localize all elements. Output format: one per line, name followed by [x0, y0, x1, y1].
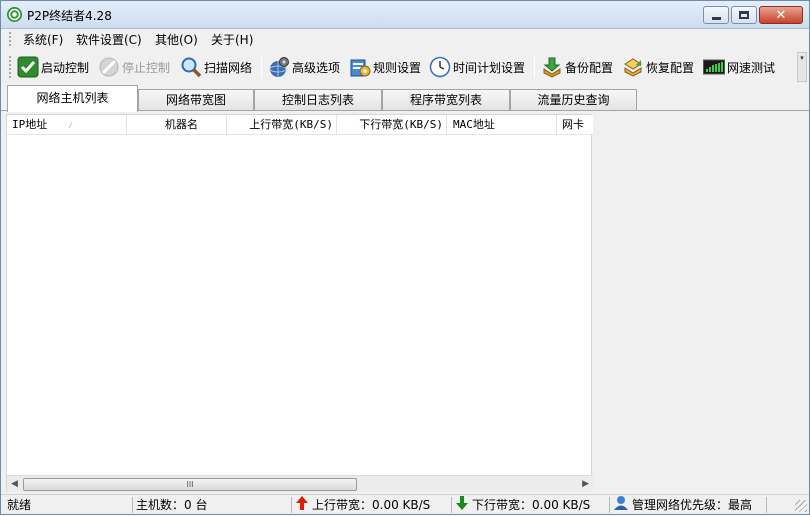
menu-software-settings[interactable]: 软件设置(C): [76, 31, 142, 48]
right-empty-pane: [593, 114, 808, 492]
status-separator: [291, 497, 292, 513]
toolbar-overflow-button[interactable]: ▾: [797, 52, 807, 82]
app-window: P2P终结者4.28 ✕ 系统(F) 软件设置(C) 其他(O) 关于(H) 启…: [0, 0, 810, 515]
close-button[interactable]: ✕: [759, 6, 803, 24]
scroll-right-arrow-icon[interactable]: ▶: [582, 479, 589, 489]
status-priority: 管理网络优先级：最高: [613, 495, 753, 516]
status-bar: 就绪 主机数：0 台 上行带宽：0.00 KB/S 下行带宽：0.00 KB/S…: [1, 494, 809, 514]
down-arrow-icon: [455, 495, 469, 516]
menu-bar: 系统(F) 软件设置(C) 其他(O) 关于(H): [1, 29, 809, 49]
title-bar[interactable]: P2P终结者4.28 ✕: [1, 1, 809, 29]
tab-program-bandwidth[interactable]: 程序带宽列表: [382, 89, 510, 111]
restore-config-label: 恢复配置: [646, 60, 695, 75]
time-schedule-label: 时间计划设置: [453, 60, 526, 75]
tab-control-log[interactable]: 控制日志列表: [254, 89, 382, 111]
scan-network-button[interactable]: 扫描网络: [180, 54, 252, 80]
up-arrow-icon: [295, 495, 309, 516]
rules-settings-button[interactable]: 规则设置: [349, 54, 421, 80]
speed-test-button[interactable]: 网速测试: [703, 54, 775, 80]
status-download: 下行带宽：0.00 KB/S: [455, 495, 591, 516]
magnifier-icon: [180, 56, 202, 78]
scroll-left-arrow-icon[interactable]: ◀: [11, 479, 18, 489]
tab-bandwidth-chart[interactable]: 网络带宽图: [138, 89, 254, 111]
status-host-count: 主机数：0 台: [136, 497, 208, 512]
status-priority-text: 管理网络优先级：最高: [632, 497, 753, 512]
globe-gear-icon: [268, 56, 290, 78]
maximize-icon: [739, 11, 749, 19]
toolbar-separator: [261, 56, 262, 78]
toolbar-grip-handle[interactable]: [9, 56, 12, 78]
status-download-text: 下行带宽：0.00 KB/S: [472, 497, 591, 512]
table-header: IP地址 ⁄ 机器名 上行带宽(KB/S) 下行带宽(KB/S) MAC地址 网…: [7, 115, 593, 135]
backup-config-button[interactable]: 备份配置: [541, 54, 613, 80]
app-logo-icon: [7, 7, 22, 22]
sort-indicator-icon: ⁄: [67, 121, 74, 131]
window-title: P2P终结者4.28: [27, 9, 112, 23]
status-separator: [609, 497, 610, 513]
stop-icon: [98, 56, 120, 78]
scrollbar-thumb[interactable]: III: [23, 478, 357, 491]
status-upload: 上行带宽：0.00 KB/S: [295, 495, 431, 516]
host-list-table: IP地址 ⁄ 机器名 上行带宽(KB/S) 下行带宽(KB/S) MAC地址 网…: [6, 114, 593, 492]
column-ip-label: IP地址: [12, 118, 48, 131]
download-box-icon: [541, 56, 563, 78]
backup-config-label: 备份配置: [565, 60, 614, 75]
rules-settings-label: 规则设置: [373, 60, 422, 75]
start-control-button[interactable]: 启动控制: [17, 54, 89, 80]
minimize-icon: [711, 16, 721, 20]
column-header-machine-name[interactable]: 机器名: [127, 115, 227, 135]
status-separator: [451, 497, 452, 513]
close-icon: ✕: [775, 7, 787, 23]
checkmark-icon: [17, 56, 39, 78]
restore-box-icon: [622, 56, 644, 78]
column-header-nic[interactable]: 网卡: [557, 115, 593, 135]
menu-about[interactable]: 关于(H): [211, 31, 253, 48]
column-header-ip[interactable]: IP地址 ⁄: [7, 115, 127, 135]
status-separator: [132, 497, 133, 513]
start-control-label: 启动控制: [41, 60, 90, 75]
tab-traffic-history[interactable]: 流量历史查询: [510, 89, 637, 111]
minimize-button[interactable]: [703, 6, 729, 24]
menu-other[interactable]: 其他(O): [155, 31, 198, 48]
status-separator: [766, 497, 767, 513]
horizontal-scrollbar[interactable]: ◀ III ▶: [7, 475, 593, 492]
speed-test-label: 网速测试: [727, 60, 776, 75]
speed-meter-icon: [703, 56, 725, 78]
menubar-grip-handle[interactable]: [9, 32, 12, 46]
column-header-upload[interactable]: 上行带宽(KB/S): [227, 115, 337, 135]
column-header-download[interactable]: 下行带宽(KB/S): [337, 115, 447, 135]
tab-host-list[interactable]: 网络主机列表: [7, 85, 138, 112]
advanced-options-label: 高级选项: [292, 60, 341, 75]
rules-gear-icon: [349, 56, 371, 78]
scan-network-label: 扫描网络: [204, 60, 253, 75]
clock-icon: [429, 56, 451, 78]
network-user-icon: [613, 495, 629, 516]
advanced-options-button[interactable]: 高级选项: [268, 54, 340, 80]
status-state: 就绪: [7, 497, 32, 512]
restore-config-button[interactable]: 恢复配置: [622, 54, 694, 80]
status-upload-text: 上行带宽：0.00 KB/S: [312, 497, 431, 512]
stop-control-label: 停止控制: [122, 60, 171, 75]
tab-bar: 网络主机列表 网络带宽图 控制日志列表 程序带宽列表 流量历史查询: [1, 85, 809, 112]
menu-system[interactable]: 系统(F): [23, 31, 63, 48]
toolbar-separator: [534, 56, 535, 78]
time-schedule-button[interactable]: 时间计划设置: [429, 54, 525, 80]
maximize-button[interactable]: [731, 6, 757, 24]
column-header-mac[interactable]: MAC地址: [447, 115, 557, 135]
toolbar: 启动控制 停止控制 扫描网络 高级选项 规则设置 时间计划设置 备份配置 恢复配…: [1, 50, 809, 84]
resize-grip-icon[interactable]: [795, 500, 807, 512]
stop-control-button[interactable]: 停止控制: [98, 54, 170, 80]
